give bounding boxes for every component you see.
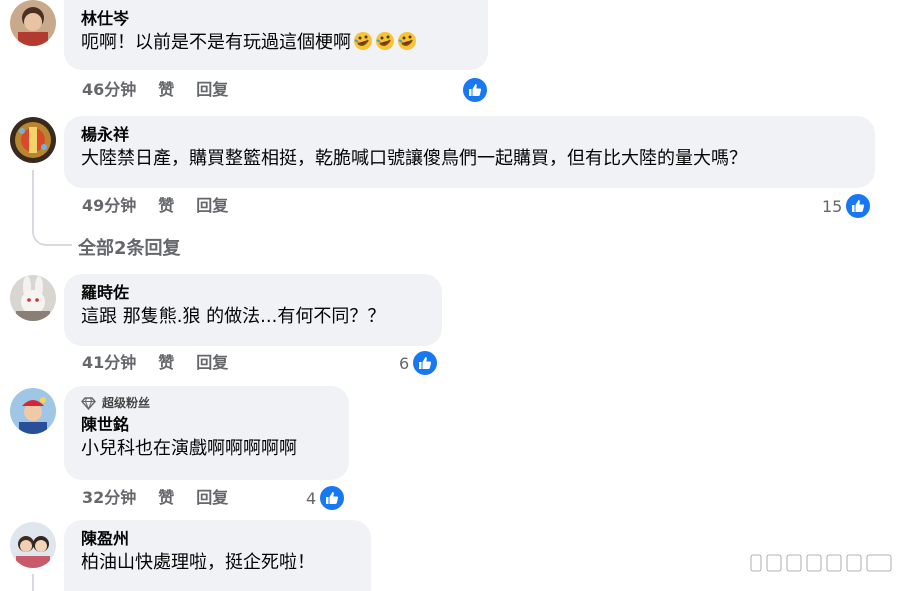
reaction-summary[interactable] <box>459 76 489 104</box>
rolling-laugh-emoji <box>376 32 394 50</box>
comment-timestamp[interactable]: 49分钟 <box>82 196 136 216</box>
comment-author[interactable]: 陳世銘 <box>81 414 334 436</box>
badge-label: 超级粉丝 <box>102 396 151 410</box>
like-button[interactable]: 赞 <box>158 353 174 373</box>
reaction-count: 4 <box>306 488 317 508</box>
comment-actions: 49分钟 赞 回复 <box>82 196 228 216</box>
comment-bubble: 超级粉丝 陳世銘 小兒科也在演戲啊啊啊啊啊 <box>64 386 349 480</box>
reply-button[interactable]: 回复 <box>196 80 228 100</box>
comment-text: 呃啊！以前是不是有玩過這個梗啊 <box>81 30 473 56</box>
thumbs-up-icon <box>411 349 440 377</box>
reaction-count: 6 <box>399 353 410 373</box>
comment-actions: 41分钟 赞 回复 <box>82 353 228 373</box>
reaction-summary[interactable]: 4 <box>306 484 347 512</box>
like-button[interactable]: 赞 <box>158 196 174 216</box>
rolling-laugh-emoji <box>354 32 372 50</box>
view-replies-link[interactable]: 全部2条回复 <box>78 234 181 260</box>
comment-text: 這跟 那隻熊.狼 的做法...有何不同？？ <box>81 306 386 327</box>
like-button[interactable]: 赞 <box>158 488 174 508</box>
comment-timestamp[interactable]: 46分钟 <box>82 80 136 100</box>
reply-thread-connector <box>32 574 34 591</box>
comment-author[interactable]: 羅時佐 <box>81 282 427 304</box>
comment-timestamp[interactable]: 32分钟 <box>82 488 136 508</box>
comment-bubble: 羅時佐 這跟 那隻熊.狼 的做法...有何不同？？ <box>64 274 442 346</box>
thumbs-up-icon <box>844 192 873 220</box>
reaction-summary[interactable]: 15 <box>822 192 873 220</box>
rolling-laugh-emoji <box>398 32 416 50</box>
comment-actions: 46分钟 赞 回复 <box>82 80 228 100</box>
reaction-summary[interactable]: 6 <box>399 349 440 377</box>
comment-thread: 林仕岑 呃啊！以前是不是有玩過這個梗啊 46分钟 赞 回复 楊永祥 大陸禁日產，… <box>0 0 905 591</box>
avatar[interactable] <box>10 275 56 321</box>
comment-author[interactable]: 陳盈州 <box>81 528 356 550</box>
thumbs-up-icon <box>318 484 347 512</box>
top-fan-badge: 超级粉丝 <box>81 394 334 412</box>
avatar[interactable] <box>10 0 56 46</box>
avatar[interactable] <box>10 117 56 163</box>
comment-text: 大陸禁日產，購買整籃相挺，乾脆喊口號讓傻鳥們一起購買，但有比大陸的量大嗎？ <box>81 148 747 169</box>
like-button[interactable]: 赞 <box>158 80 174 100</box>
comment-bubble: 陳盈州 柏油山快處理啦，挺企死啦！ <box>64 520 371 591</box>
comment-author[interactable]: 楊永祥 <box>81 124 860 146</box>
comment-text: 柏油山快處理啦，挺企死啦！ <box>81 552 315 573</box>
reply-button[interactable]: 回复 <box>196 488 228 508</box>
comment-text: 小兒科也在演戲啊啊啊啊啊 <box>81 438 297 459</box>
comment-bubble: 林仕岑 呃啊！以前是不是有玩過這個梗啊 <box>64 0 488 70</box>
comment-actions: 32分钟 赞 回复 <box>82 488 228 508</box>
reply-button[interactable]: 回复 <box>196 353 228 373</box>
comment-timestamp[interactable]: 41分钟 <box>82 353 136 373</box>
thumbs-up-icon <box>461 76 489 104</box>
reply-thread-connector <box>32 170 72 246</box>
watermark <box>747 552 897 579</box>
comment-bubble: 楊永祥 大陸禁日產，購買整籃相挺，乾脆喊口號讓傻鳥們一起購買，但有比大陸的量大嗎… <box>64 116 875 188</box>
reply-button[interactable]: 回复 <box>196 196 228 216</box>
reaction-count: 15 <box>822 196 843 216</box>
avatar[interactable] <box>10 522 56 568</box>
diamond-icon <box>81 396 96 410</box>
avatar[interactable] <box>10 388 56 434</box>
comment-author[interactable]: 林仕岑 <box>81 8 473 30</box>
